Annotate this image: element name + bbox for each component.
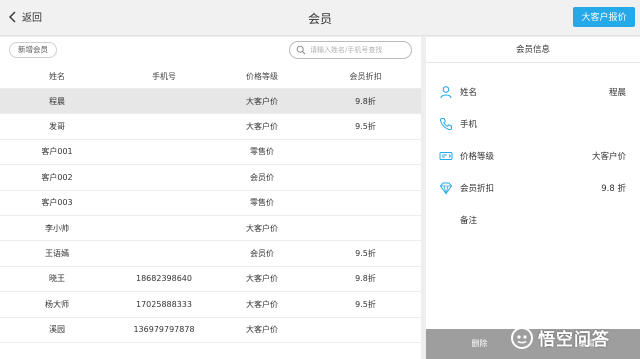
detail-discount-value: 9.8 折 xyxy=(601,184,626,194)
add-member-button[interactable]: 新增会员 xyxy=(9,42,57,58)
price-tag-icon xyxy=(439,149,453,163)
table-row[interactable]: 杨大师 17025888333 大客户价 9.5折 xyxy=(0,292,421,318)
cell-discount: 9.8折 xyxy=(355,274,376,284)
back-label: 返回 xyxy=(22,13,42,24)
person-icon xyxy=(439,85,453,99)
table-row[interactable]: 王语嫣 会员价 9.5折 xyxy=(0,241,421,267)
phone-icon xyxy=(439,117,453,131)
cell-price-level: 零售价 xyxy=(250,198,274,208)
top-bar: 返回 会员 大客户报价 xyxy=(0,0,640,36)
search-box[interactable] xyxy=(289,41,412,59)
table-row[interactable]: 溪园 136979797878 大客户价 xyxy=(0,318,421,343)
wukong-logo-icon xyxy=(511,326,533,349)
table-row[interactable]: 客户001 零售价 xyxy=(0,140,421,166)
table-row[interactable]: 晓王 18682398640 大客户价 9.8折 xyxy=(0,267,421,293)
detail-price-level-label: 价格等级 xyxy=(460,152,495,162)
cell-name: 客户001 xyxy=(41,147,73,157)
detail-phone-row: 手机 xyxy=(426,114,640,134)
column-header-price-level: 价格等级 xyxy=(246,71,278,81)
column-header-name: 姓名 xyxy=(49,71,65,81)
cell-name: 程晨 xyxy=(49,96,65,106)
back-button[interactable]: 返回 xyxy=(8,9,42,24)
watermark: 悟空问答 xyxy=(510,325,610,350)
cell-price-level: 大客户价 xyxy=(246,223,278,233)
cell-name: 杨大师 xyxy=(45,299,69,309)
search-input[interactable] xyxy=(310,46,410,54)
cell-name: 李小帅 xyxy=(45,223,69,233)
table-header: 姓名 手机号 价格等级 会员折扣 xyxy=(0,64,421,89)
cell-name: 王语嫣 xyxy=(45,249,69,259)
cell-name: 晓王 xyxy=(49,274,65,284)
detail-name-row: 姓名 程晨 xyxy=(426,82,640,102)
table-row[interactable]: 客户002 会员价 xyxy=(0,165,421,191)
cell-price-level: 会员价 xyxy=(250,172,274,182)
detail-name-value: 程晨 xyxy=(608,88,626,98)
table-row[interactable]: 李小帅 大客户价 xyxy=(0,216,421,242)
table-row[interactable]: 发哥 大客户价 9.5折 xyxy=(0,114,421,140)
member-table: 姓名 手机号 价格等级 会员折扣 程晨 大客户价 9.8折 发哥 大客户价 9.… xyxy=(0,64,421,343)
detail-price-level-value: 大客户价 xyxy=(591,152,626,162)
cell-name: 客户003 xyxy=(41,198,73,208)
cell-price-level: 大客户价 xyxy=(246,96,278,106)
cell-phone: 18682398640 xyxy=(136,274,192,284)
search-icon xyxy=(296,45,306,55)
column-header-phone: 手机号 xyxy=(152,71,176,81)
member-list-panel: 新增会员 姓名 手机号 价格等级 会员折扣 程晨 大客户价 9.8折 发哥 大客… xyxy=(0,37,421,359)
cell-phone: 136979797878 xyxy=(133,325,195,335)
cell-name: 溪园 xyxy=(49,325,65,335)
detail-price-level-row: 价格等级 大客户价 xyxy=(426,146,640,166)
detail-note-row: 备注 xyxy=(426,210,640,230)
detail-phone-label: 手机 xyxy=(460,120,478,130)
cell-discount: 9.5折 xyxy=(355,122,376,132)
cell-phone: 17025888333 xyxy=(136,299,192,309)
list-toolbar: 新增会员 xyxy=(0,37,421,64)
cell-price-level: 大客户价 xyxy=(246,325,278,335)
cell-discount: 9.8折 xyxy=(355,96,376,106)
detail-discount-row: 会员折扣 9.8 折 xyxy=(426,178,640,198)
detail-discount-label: 会员折扣 xyxy=(460,184,495,194)
cell-discount: 9.5折 xyxy=(355,299,376,309)
table-row[interactable]: 程晨 大客户价 9.8折 xyxy=(0,89,421,115)
cell-name: 发哥 xyxy=(49,122,65,132)
detail-note-label: 备注 xyxy=(460,216,478,226)
column-header-discount: 会员折扣 xyxy=(349,71,382,81)
cell-name: 客户002 xyxy=(41,172,73,182)
page-title: 会员 xyxy=(307,12,332,26)
cell-price-level: 零售价 xyxy=(250,147,274,157)
cell-price-level: 大客户价 xyxy=(246,299,278,309)
watermark-text: 悟空问答 xyxy=(538,330,610,350)
detail-title: 会员信息 xyxy=(426,37,640,63)
back-chevron-icon xyxy=(9,11,16,22)
cell-price-level: 会员价 xyxy=(250,249,274,259)
cell-price-level: 大客户价 xyxy=(246,274,278,284)
table-row[interactable]: 客户003 零售价 xyxy=(0,191,421,216)
vip-quote-button[interactable]: 大客户报价 xyxy=(573,7,635,27)
diamond-icon xyxy=(439,181,453,195)
cell-price-level: 大客户价 xyxy=(246,122,278,132)
detail-name-label: 姓名 xyxy=(460,88,478,98)
cell-discount: 9.5折 xyxy=(355,249,376,259)
member-detail-panel: 会员信息 姓名 程晨 手机 价格等级 大客户价 会员折扣 9.8 折 备注 删除… xyxy=(426,37,640,359)
